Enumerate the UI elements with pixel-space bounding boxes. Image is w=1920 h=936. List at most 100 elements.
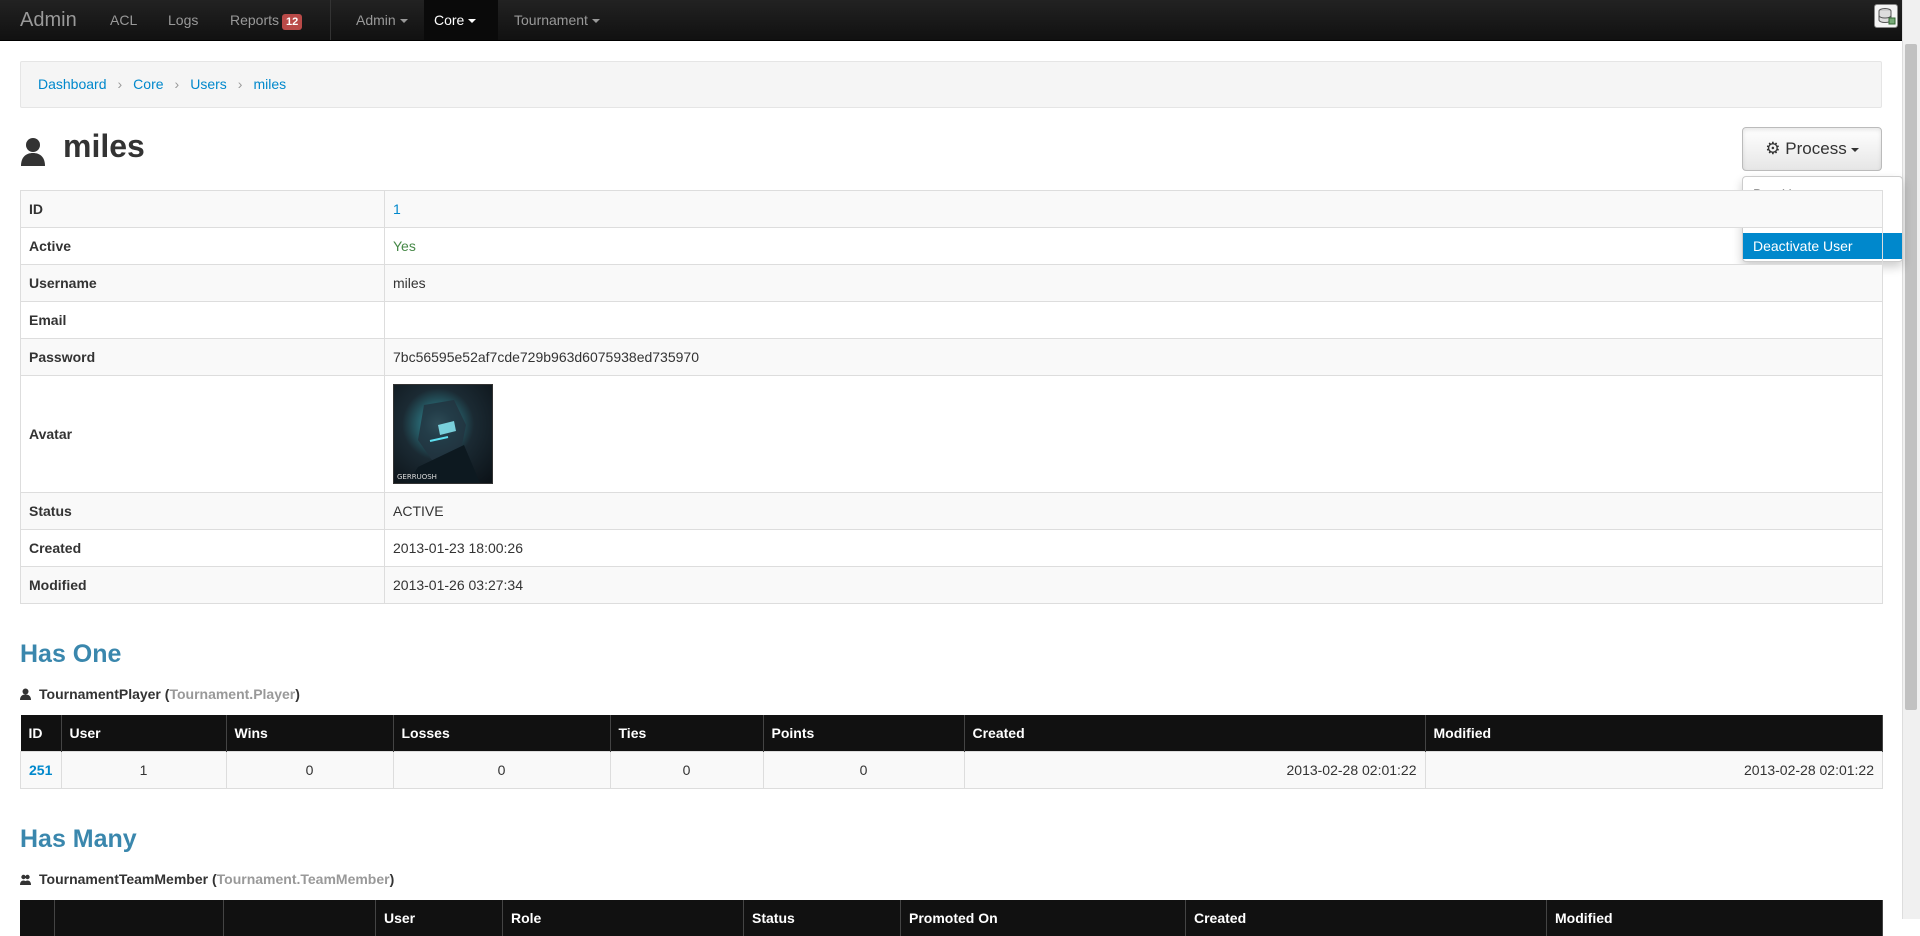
nav-reports-label: Reports: [230, 12, 280, 28]
caret-down-icon: [591, 19, 600, 24]
has-one-model: TournamentPlayer: [39, 686, 161, 702]
nav-divider: [330, 0, 331, 40]
detail-row-created: Created 2013-01-23 18:00:26: [20, 529, 1883, 567]
nav-tournament-dropdown[interactable]: Tournament: [504, 0, 610, 40]
column-header: User: [375, 900, 503, 936]
column-header: Role: [502, 900, 744, 936]
breadcrumb-separator: ›: [117, 76, 123, 92]
player-points: 0: [762, 751, 965, 789]
breadcrumb: Dashboard › Core › Users › miles: [20, 61, 1882, 108]
team-member-table: User Role Status Promoted On Created Mod…: [20, 900, 1883, 936]
has-one-subheading: TournamentPlayer (Tournament.Player): [20, 686, 300, 702]
detail-row-modified: Modified 2013-01-26 03:27:34: [20, 566, 1883, 604]
column-header: Created: [964, 715, 1426, 752]
column-header: Points: [763, 715, 965, 752]
has-many-heading: Has Many: [20, 825, 137, 853]
nav-logs[interactable]: Logs: [158, 0, 208, 40]
detail-label: Status: [20, 492, 385, 530]
detail-active-value: Yes: [384, 227, 1883, 265]
column-header: Status: [743, 900, 901, 936]
nav-admin-dropdown[interactable]: Admin: [346, 0, 418, 40]
breadcrumb-dashboard[interactable]: Dashboard: [38, 76, 107, 92]
user-icon: [20, 137, 46, 167]
detail-modified-value: 2013-01-26 03:27:34: [384, 566, 1883, 604]
table-header-row: User Role Status Promoted On Created Mod…: [20, 900, 1883, 936]
detail-row-status: Status ACTIVE: [20, 492, 1883, 530]
has-one-alias: Tournament.Player: [169, 686, 296, 702]
player-modified: 2013-02-28 02:01:22: [1424, 751, 1883, 789]
detail-row-avatar: Avatar GERRUOSH: [20, 375, 1883, 493]
top-navbar: Admin ACL Logs Reports 12 Admin Core Tour…: [0, 0, 1920, 41]
column-header: Modified: [1546, 900, 1883, 936]
player-ties: 0: [609, 751, 764, 789]
has-one-heading: Has One: [20, 640, 122, 668]
detail-label: Avatar: [20, 375, 385, 493]
detail-created-value: 2013-01-23 18:00:26: [384, 529, 1883, 567]
table-row: 251 1 0 0 0 0 2013-02-28 02:01:22 2013-0…: [20, 751, 1883, 789]
has-many-subheading: TournamentTeamMember (Tournament.TeamMem…: [20, 871, 394, 887]
has-many-alias: Tournament.TeamMember: [216, 871, 390, 887]
nav-tournament-label: Tournament: [514, 12, 588, 28]
gear-icon: ⚙: [1765, 139, 1781, 158]
nav-admin-label: Admin: [356, 12, 396, 28]
breadcrumb-separator: ›: [174, 76, 180, 92]
caret-down-icon: [399, 19, 408, 24]
has-many-alias-close: ): [389, 871, 395, 887]
column-header: ID: [20, 715, 62, 752]
detail-password-value: 7bc56595e52af7cde729b963d6075938ed735970: [384, 338, 1883, 376]
column-header: Ties: [610, 715, 764, 752]
detail-row-username: Username miles: [20, 264, 1883, 302]
player-user: 1: [60, 751, 227, 789]
detail-label: Email: [20, 301, 385, 339]
reports-count-badge: 12: [282, 14, 303, 30]
database-icon[interactable]: [1874, 4, 1898, 28]
column-header: Promoted On: [900, 900, 1186, 936]
group-icon: [20, 872, 31, 885]
detail-status-value: ACTIVE: [384, 492, 1883, 530]
nav-reports[interactable]: Reports 12: [220, 0, 312, 40]
caret-down-icon: [468, 19, 477, 24]
detail-row-active: Active Yes: [20, 227, 1883, 265]
detail-label: Username: [20, 264, 385, 302]
player-id-link[interactable]: 251: [29, 762, 52, 778]
breadcrumb-separator: ›: [237, 76, 243, 92]
player-created: 2013-02-28 02:01:22: [963, 751, 1426, 789]
breadcrumb-core[interactable]: Core: [133, 76, 163, 92]
tournament-player-table: ID User Wins Losses Ties Points Created …: [20, 715, 1883, 789]
detail-row-email: Email: [20, 301, 1883, 339]
column-header: [54, 900, 224, 936]
has-one-alias-close: ): [295, 686, 300, 702]
column-header: [223, 900, 376, 936]
page-title: miles: [63, 128, 145, 164]
caret-down-icon: [1850, 147, 1859, 152]
detail-label: ID: [20, 190, 385, 228]
column-header: Modified: [1425, 715, 1883, 752]
page-scrollbar[interactable]: [1902, 0, 1920, 919]
user-details-table: ID 1 Active Yes Username miles Email Pas…: [20, 190, 1883, 604]
detail-id-link[interactable]: 1: [393, 201, 401, 217]
user-icon: [20, 687, 31, 700]
brand[interactable]: Admin: [20, 9, 77, 32]
column-header: Created: [1185, 900, 1547, 936]
process-button[interactable]: ⚙ Process: [1742, 127, 1882, 171]
avatar: GERRUOSH: [393, 384, 493, 484]
column-header: User: [61, 715, 227, 752]
scrollbar-thumb[interactable]: [1905, 44, 1917, 710]
column-header: Losses: [393, 715, 611, 752]
player-wins: 0: [225, 751, 394, 789]
breadcrumb-users[interactable]: Users: [190, 76, 227, 92]
nav-core-dropdown[interactable]: Core: [424, 0, 498, 40]
has-many-model: TournamentTeamMember: [39, 871, 209, 887]
nav-acl[interactable]: ACL: [100, 0, 147, 40]
detail-label: Password: [20, 338, 385, 376]
detail-label: Modified: [20, 566, 385, 604]
breadcrumb-current[interactable]: miles: [253, 76, 286, 92]
detail-row-id: ID 1: [20, 190, 1883, 228]
detail-label: Active: [20, 227, 385, 265]
detail-label: Created: [20, 529, 385, 567]
detail-row-password: Password 7bc56595e52af7cde729b963d607593…: [20, 338, 1883, 376]
table-header-row: ID User Wins Losses Ties Points Created …: [20, 715, 1883, 752]
nav-core-label: Core: [434, 12, 465, 28]
process-button-label: Process: [1785, 139, 1847, 158]
player-losses: 0: [392, 751, 611, 789]
